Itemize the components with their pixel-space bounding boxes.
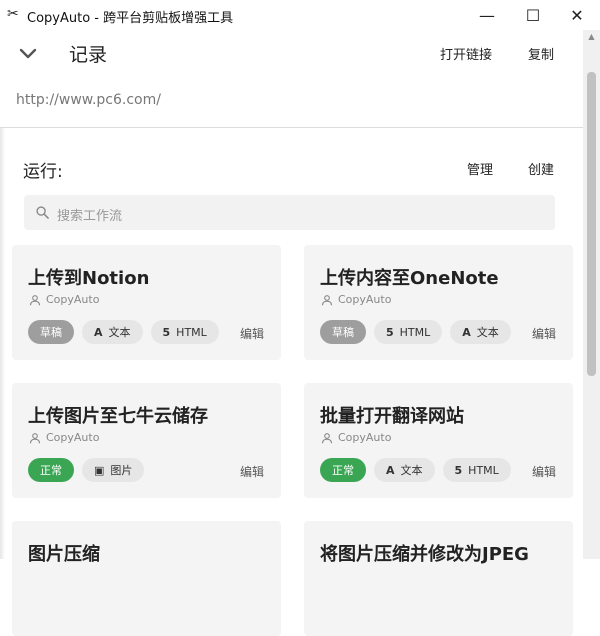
html5-icon: 5 [386,325,394,339]
open-link-button[interactable]: 打开链接 [440,44,492,63]
card-author: CopyAuto [29,431,99,444]
tag-label: HTML [176,325,207,339]
workflow-card[interactable]: 上传内容至OneNote CopyAuto 草稿 5 HTML A 文本 编辑 [304,245,573,360]
record-title: 记录 [69,44,108,66]
vertical-scrollbar[interactable]: ▲ [583,30,600,559]
status-badge: 正常 [28,458,74,482]
tag-label: 文本 [400,464,423,477]
text-type-icon: A [462,325,471,339]
tag-label: 文本 [476,326,499,339]
workflow-card[interactable]: 上传到Notion CopyAuto 草稿 A 文本 5 HTML 编辑 [12,245,281,360]
tag-html: 5 HTML [150,320,219,344]
edit-button[interactable]: 编辑 [532,463,556,480]
close-icon: ✕ [570,5,584,25]
workflow-card[interactable]: 批量打开翻译网站 CopyAuto 正常 A 文本 5 HTML 编辑 [304,383,573,498]
search-icon [36,206,49,219]
create-button[interactable]: 创建 [528,159,554,178]
text-type-icon: A [94,325,103,339]
tag-label: 图片 [110,464,133,477]
card-title: 上传内容至OneNote [320,268,499,289]
copy-button[interactable]: 复制 [528,44,554,63]
card-author-name: CopyAuto [338,293,392,306]
card-author-name: CopyAuto [338,431,392,444]
card-tags: 草稿 5 HTML A 文本 [320,320,511,344]
window-title: CopyAuto - 跨平台剪贴板增强工具 [27,11,234,26]
status-badge: 正常 [320,458,366,482]
card-title: 批量打开翻译网站 [320,406,464,427]
workflow-card[interactable]: 将图片压缩并修改为JPEG [304,521,573,636]
maximize-button[interactable]: ☐ [510,0,556,30]
image-icon: ▣ [94,463,105,477]
card-author-name: CopyAuto [46,431,100,444]
card-tags: 正常 A 文本 5 HTML [320,458,511,482]
card-author-name: CopyAuto [46,293,100,306]
tag-text: A 文本 [82,320,143,344]
tag-text: A 文本 [374,458,435,482]
edit-button[interactable]: 编辑 [532,325,556,342]
user-icon [29,432,41,443]
maximize-icon: ☐ [525,5,541,25]
workflow-card[interactable]: 上传图片至七牛云储存 CopyAuto 正常 ▣ 图片 编辑 [12,383,281,498]
card-title: 将图片压缩并修改为JPEG [320,544,529,565]
title-bar: ✂ CopyAuto - 跨平台剪贴板增强工具 — ☐ ✕ [0,0,600,30]
close-button[interactable]: ✕ [554,0,600,30]
chevron-down-icon[interactable] [16,42,40,66]
user-icon [321,294,333,305]
search-placeholder: 搜索工作流 [57,209,123,224]
record-panel: 记录 打开链接 复制 http://www.pc6.com/ [0,30,583,128]
html5-icon: 5 [162,325,171,339]
html5-icon: 5 [454,463,463,477]
scissors-icon: ✂ [7,6,19,22]
card-tags: 正常 ▣ 图片 [28,458,145,482]
status-badge: 草稿 [28,320,74,344]
tag-text: A 文本 [450,320,511,344]
tag-label: HTML [468,463,499,477]
status-badge: 草稿 [320,320,366,344]
tag-label: HTML [399,325,431,339]
run-title: 运行: [23,162,63,182]
scroll-up-arrow-icon[interactable]: ▲ [583,30,600,44]
card-tags: 草稿 A 文本 5 HTML [28,320,219,344]
tag-label: 文本 [108,326,131,339]
tag-html: 5 HTML [442,458,511,482]
user-icon [321,432,333,443]
workflow-card[interactable]: 图片压缩 [12,521,281,636]
record-url: http://www.pc6.com/ [16,92,161,108]
card-title: 上传到Notion [28,268,150,289]
user-icon [29,294,41,305]
tag-image: ▣ 图片 [82,458,145,482]
card-author: CopyAuto [321,431,391,444]
minimize-button[interactable]: — [464,0,510,30]
tag-html: 5 HTML [374,320,443,344]
card-title: 图片压缩 [28,544,100,565]
scroll-thumb[interactable] [587,72,596,376]
card-author: CopyAuto [321,293,391,306]
text-type-icon: A [386,463,395,477]
card-title: 上传图片至七牛云储存 [28,406,208,427]
manage-button[interactable]: 管理 [467,159,493,178]
card-author: CopyAuto [29,293,99,306]
edit-button[interactable]: 编辑 [240,325,264,342]
edit-button[interactable]: 编辑 [240,463,264,480]
workflow-search-input[interactable]: 搜索工作流 [24,195,555,230]
minimize-icon: — [479,5,495,25]
